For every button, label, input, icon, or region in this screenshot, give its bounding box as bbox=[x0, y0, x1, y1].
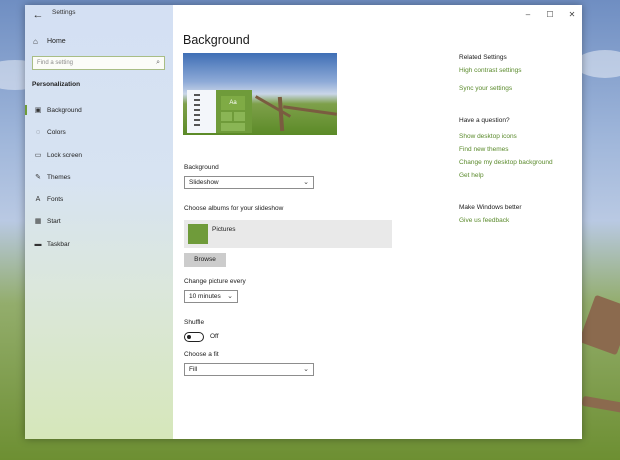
sidebar-item-label: Themes bbox=[47, 173, 71, 181]
preview-line bbox=[194, 119, 200, 121]
start-icon: ▦ bbox=[34, 218, 42, 225]
preview-sample-text: Aa bbox=[221, 96, 245, 110]
get-help-link[interactable]: Get help bbox=[459, 172, 484, 179]
high-contrast-link[interactable]: High contrast settings bbox=[459, 67, 522, 74]
fit-dropdown[interactable]: Fill ⌄ bbox=[184, 363, 314, 376]
sidebar: ⌂ Home Find a setting ⌕ Personalization … bbox=[25, 5, 173, 439]
sidebar-section-title: Personalization bbox=[32, 81, 81, 88]
preview-line bbox=[194, 114, 200, 116]
sidebar-item-themes[interactable]: ✎ Themes bbox=[25, 170, 173, 184]
background-type-value: Slideshow bbox=[189, 179, 219, 186]
font-icon: A bbox=[35, 195, 41, 203]
search-placeholder: Find a setting bbox=[37, 60, 74, 66]
preview-tile bbox=[221, 112, 232, 121]
chevron-down-icon: ⌄ bbox=[303, 366, 309, 373]
sidebar-item-label: Taskbar bbox=[47, 240, 70, 248]
interval-label: Change picture every bbox=[184, 278, 246, 285]
sidebar-item-label: Lock screen bbox=[47, 151, 83, 159]
show-desktop-icons-link[interactable]: Show desktop icons bbox=[459, 133, 517, 140]
album-item[interactable]: Pictures bbox=[184, 220, 392, 248]
settings-window: ⌂ Home Find a setting ⌕ Personalization … bbox=[25, 5, 582, 439]
page-title: Background bbox=[183, 33, 250, 47]
image-icon: ▣ bbox=[34, 107, 42, 114]
sidebar-item-lock-screen[interactable]: ▭ Lock screen bbox=[25, 148, 173, 162]
sidebar-item-start[interactable]: ▦ Start bbox=[25, 214, 173, 228]
toggle-knob bbox=[187, 334, 191, 339]
background-type-dropdown[interactable]: Slideshow ⌄ bbox=[184, 176, 314, 189]
shuffle-state: Off bbox=[210, 333, 219, 340]
search-input[interactable]: Find a setting ⌕ bbox=[32, 56, 165, 70]
fit-label: Choose a fit bbox=[184, 351, 219, 358]
feedback-link[interactable]: Give us feedback bbox=[459, 217, 509, 224]
palette-icon: ◌ bbox=[35, 128, 41, 136]
sync-settings-link[interactable]: Sync your settings bbox=[459, 85, 512, 92]
themes-icon: ✎ bbox=[35, 174, 41, 181]
chevron-down-icon: ⌄ bbox=[227, 293, 233, 300]
back-button[interactable]: ← bbox=[31, 8, 45, 22]
sidebar-item-label: Start bbox=[47, 217, 61, 225]
related-settings-heading: Related Settings bbox=[459, 54, 507, 61]
find-new-themes-link[interactable]: Find new themes bbox=[459, 146, 509, 153]
search-icon: ⌕ bbox=[156, 59, 160, 66]
sidebar-item-label: Fonts bbox=[47, 195, 64, 203]
home-icon: ⌂ bbox=[33, 36, 38, 46]
make-windows-better-heading: Make Windows better bbox=[459, 204, 522, 211]
preview-tile bbox=[234, 112, 245, 121]
preview-tile bbox=[221, 123, 245, 131]
preview-line bbox=[194, 104, 200, 106]
sidebar-item-fonts[interactable]: A Fonts bbox=[25, 192, 173, 206]
chevron-down-icon: ⌄ bbox=[303, 179, 309, 186]
sidebar-item-label: Background bbox=[47, 106, 82, 114]
window-title: Settings bbox=[52, 9, 76, 16]
preview-fence-rail bbox=[283, 105, 337, 116]
album-thumbnail bbox=[188, 224, 208, 244]
shuffle-toggle[interactable] bbox=[184, 332, 204, 342]
sidebar-item-colors[interactable]: ◌ Colors bbox=[25, 125, 173, 139]
lock-screen-icon: ▭ bbox=[34, 152, 42, 159]
main-content: Background Aa Background Slideshow ⌄ Cho… bbox=[173, 5, 582, 439]
interval-value: 10 minutes bbox=[189, 293, 221, 300]
preview-start-list bbox=[187, 90, 216, 133]
preview-line bbox=[194, 94, 200, 96]
background-type-label: Background bbox=[184, 164, 219, 171]
change-background-link[interactable]: Change my desktop background bbox=[459, 159, 553, 166]
wallpaper-fence-rail bbox=[581, 395, 620, 415]
shuffle-label: Shuffle bbox=[184, 319, 205, 326]
albums-label: Choose albums for your slideshow bbox=[184, 205, 284, 212]
background-preview: Aa bbox=[183, 53, 337, 135]
sidebar-item-taskbar[interactable]: ▬ Taskbar bbox=[25, 237, 173, 251]
preview-line bbox=[194, 109, 200, 111]
album-name: Pictures bbox=[212, 226, 236, 233]
home-label: Home bbox=[47, 37, 66, 45]
fit-value: Fill bbox=[189, 366, 198, 373]
home-nav-item[interactable]: ⌂ Home bbox=[33, 35, 66, 47]
browse-button[interactable]: Browse bbox=[184, 253, 226, 267]
interval-dropdown[interactable]: 10 minutes ⌄ bbox=[184, 290, 238, 303]
preview-line bbox=[194, 99, 200, 101]
back-arrow-icon: ← bbox=[32, 9, 44, 21]
wallpaper-fence-post bbox=[578, 294, 620, 356]
preview-line bbox=[194, 124, 200, 126]
sidebar-item-background[interactable]: ▣ Background bbox=[25, 103, 173, 117]
sidebar-item-label: Colors bbox=[47, 128, 66, 136]
question-heading: Have a question? bbox=[459, 117, 510, 124]
taskbar-icon: ▬ bbox=[34, 240, 42, 248]
